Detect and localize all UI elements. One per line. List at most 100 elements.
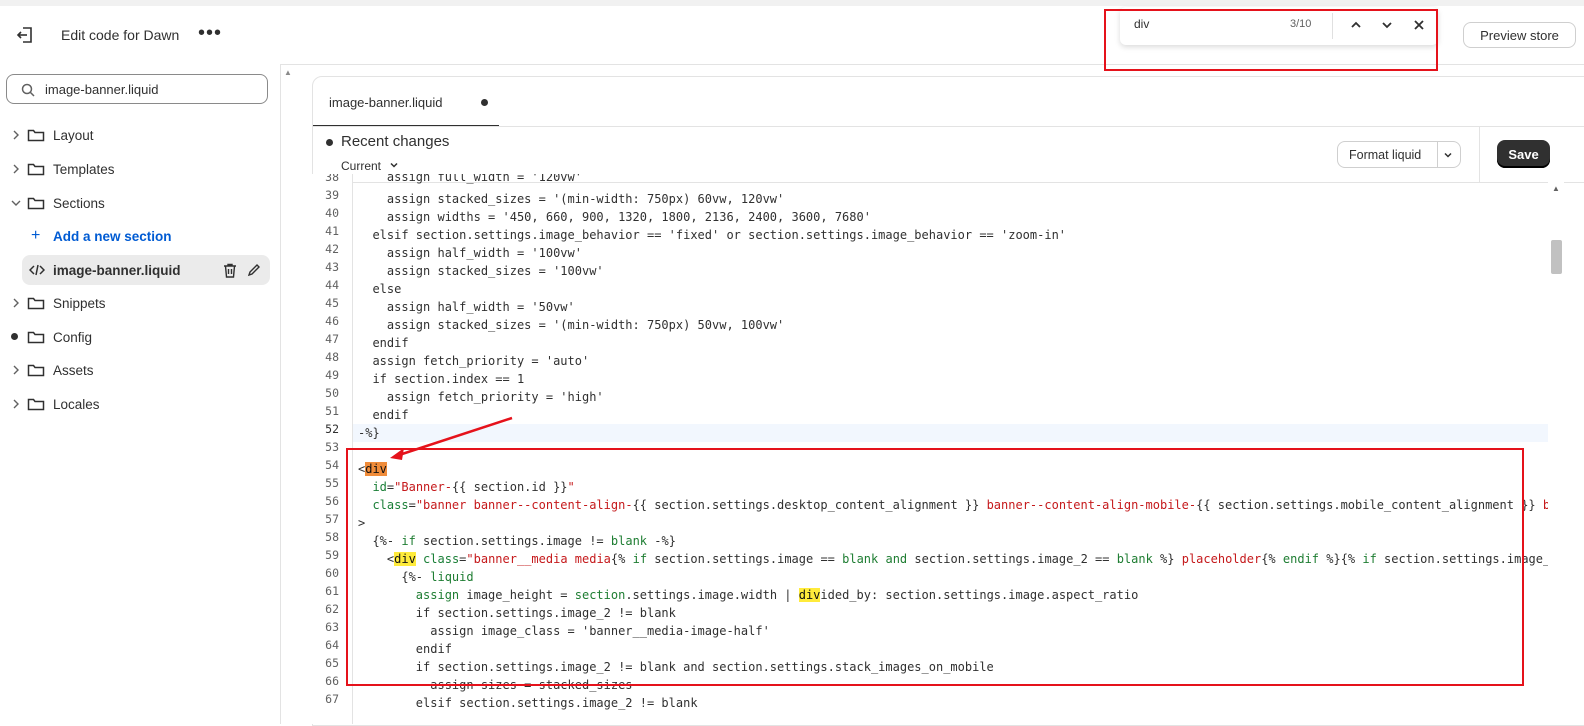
chevron-right-icon xyxy=(13,298,19,308)
folder-icon xyxy=(27,331,45,344)
sidebar-item-assets[interactable]: Assets xyxy=(0,355,280,385)
sidebar-item-image-banner[interactable]: image-banner.liquid xyxy=(22,255,270,285)
folder-icon xyxy=(27,197,45,210)
line-number: 39 xyxy=(325,188,339,202)
code-line: endif xyxy=(358,336,409,350)
chevron-right-icon xyxy=(13,164,19,174)
folder-icon xyxy=(27,297,45,310)
line-number: 54 xyxy=(325,458,339,472)
line-number: 49 xyxy=(325,368,339,382)
tab-label: image-banner.liquid xyxy=(329,95,443,110)
line-number: 55 xyxy=(325,476,339,490)
folder-icon xyxy=(27,129,45,142)
code-line: -%} xyxy=(358,426,380,440)
line-number: 53 xyxy=(325,440,339,454)
sidebar-item-label: Templates xyxy=(53,161,115,177)
code-line: assign widths = '450, 660, 900, 1320, 18… xyxy=(358,210,871,224)
preview-store-button[interactable]: Preview store xyxy=(1463,22,1576,48)
code-line: assign stacked_sizes = '(min-width: 750p… xyxy=(358,318,785,332)
more-actions-button[interactable]: ••• xyxy=(198,22,222,45)
tab-divider xyxy=(313,126,1584,127)
line-number: 46 xyxy=(325,314,339,328)
line-number: 60 xyxy=(325,566,339,580)
line-number: 67 xyxy=(325,692,339,706)
search-icon xyxy=(21,83,35,97)
format-liquid-label: Format liquid xyxy=(1349,148,1422,162)
sidebar-item-label: image-banner.liquid xyxy=(53,262,181,278)
sidebar-item-label: Assets xyxy=(53,362,94,378)
scroll-up-icon[interactable]: ▲ xyxy=(1552,184,1560,193)
line-number: 57 xyxy=(325,512,339,526)
line-number: 58 xyxy=(325,530,339,544)
sidebar-item-sections[interactable]: Sections xyxy=(0,188,280,218)
save-button[interactable]: Save xyxy=(1497,140,1550,168)
page-title: Edit code for Dawn xyxy=(61,27,180,43)
chevron-down-icon xyxy=(390,162,398,168)
file-search-input[interactable]: image-banner.liquid xyxy=(6,74,268,104)
code-line: elsif section.settings.image_behavior ==… xyxy=(358,228,1067,242)
code-line: if section.index == 1 xyxy=(358,372,525,386)
sidebar-item-config[interactable]: Config xyxy=(0,322,280,352)
unsaved-dot xyxy=(481,99,488,106)
sidebar-item-label: Layout xyxy=(53,127,94,143)
code-icon xyxy=(29,264,45,276)
unsaved-dot xyxy=(326,139,333,146)
add-section-label: Add a new section xyxy=(53,228,172,244)
code-line: assign fetch_priority = 'auto' xyxy=(358,354,590,368)
code-line: assign stacked_sizes = '100vw' xyxy=(358,264,604,278)
find-highlight-box xyxy=(1104,9,1438,71)
sidebar-item-label: Snippets xyxy=(53,295,106,311)
chevron-down-icon xyxy=(11,200,21,206)
folder-icon xyxy=(27,163,45,176)
line-number: 45 xyxy=(325,296,339,310)
code-line: assign full_width = '120vw' xyxy=(358,174,582,184)
code-line: assign stacked_sizes = '(min-width: 750p… xyxy=(358,192,785,206)
exit-icon[interactable] xyxy=(14,24,36,46)
folder-icon xyxy=(27,364,45,377)
sidebar-item-label: Config xyxy=(53,329,93,345)
file-sidebar: image-banner.liquid Layout Templates Sec… xyxy=(0,64,281,724)
sidebar-item-templates[interactable]: Templates xyxy=(0,154,280,184)
code-line: assign fetch_priority = 'high' xyxy=(358,390,604,404)
line-number: 64 xyxy=(325,638,339,652)
plus-icon: + xyxy=(31,227,41,244)
format-liquid-button[interactable]: Format liquid xyxy=(1337,141,1461,168)
version-select[interactable]: Current xyxy=(341,159,399,173)
button-split xyxy=(1437,142,1438,167)
line-number: 65 xyxy=(325,656,339,670)
sidebar-item-snippets[interactable]: Snippets xyxy=(0,288,280,318)
line-number: 47 xyxy=(325,332,339,346)
add-section-link[interactable]: + Add a new section xyxy=(0,221,280,251)
sidebar-item-label: Locales xyxy=(53,396,100,412)
code-line: assign half_width = '100vw' xyxy=(358,246,582,260)
line-number: 61 xyxy=(325,584,339,598)
sidebar-item-layout[interactable]: Layout xyxy=(0,120,280,150)
code-line: elsif section.settings.image_2 != blank xyxy=(358,696,698,710)
line-number: 42 xyxy=(325,242,339,256)
sidebar-item-locales[interactable]: Locales xyxy=(0,389,280,419)
line-number: 51 xyxy=(325,404,339,418)
chevron-down-icon[interactable] xyxy=(1443,150,1453,160)
line-number: 44 xyxy=(325,278,339,292)
chevron-right-icon xyxy=(13,399,19,409)
editor-scrollbar[interactable]: ▲ xyxy=(1548,182,1564,724)
line-number: 63 xyxy=(325,620,339,634)
chevron-right-icon xyxy=(13,365,19,375)
recent-changes-title: Recent changes xyxy=(341,133,450,150)
code-line: assign half_width = '50vw' xyxy=(358,300,575,314)
line-number: 38 xyxy=(325,174,339,184)
tab-image-banner[interactable]: image-banner.liquid xyxy=(313,77,499,127)
rename-icon[interactable] xyxy=(247,263,261,277)
line-number: 50 xyxy=(325,386,339,400)
sidebar-item-label: Sections xyxy=(53,195,105,211)
line-number: 48 xyxy=(325,350,339,364)
line-number: 66 xyxy=(325,674,339,688)
sidebar-scroll-up-icon[interactable]: ▲ xyxy=(284,68,292,77)
line-number: 62 xyxy=(325,602,339,616)
chevron-right-icon xyxy=(13,130,19,140)
file-search-value: image-banner.liquid xyxy=(45,82,159,97)
delete-icon[interactable] xyxy=(223,263,237,278)
line-number: 56 xyxy=(325,494,339,508)
scrollbar-thumb[interactable] xyxy=(1551,240,1562,274)
version-select-label: Current xyxy=(341,159,382,173)
